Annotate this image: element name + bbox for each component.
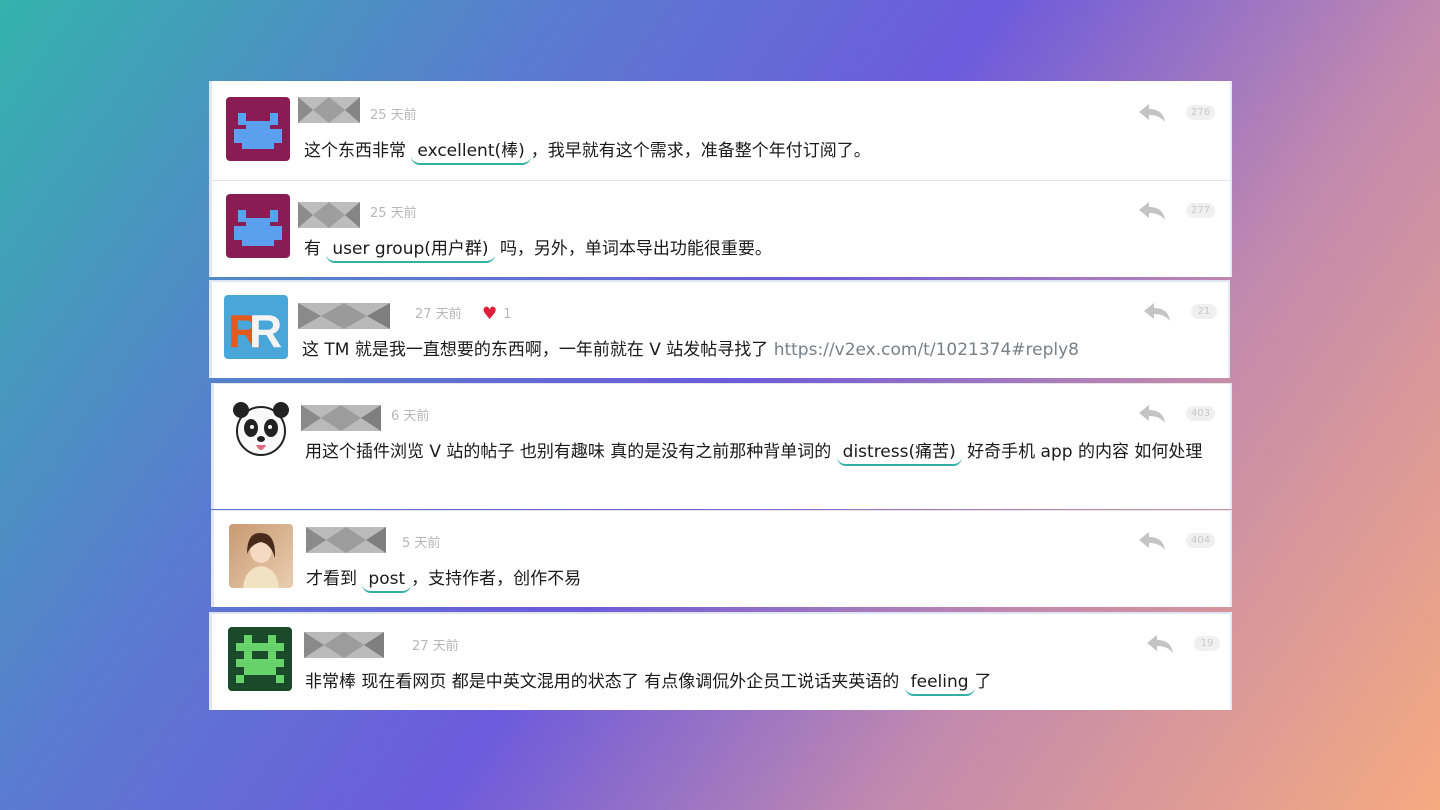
comment-text: 用这个插件浏览 V 站的帖子 也别有趣味 真的是没有之前那种背单词的 distr… <box>305 438 1216 467</box>
comment-card: 6 天前 403 用这个插件浏览 V 站的帖子 也别有趣味 真的是没有之前那种背… <box>211 383 1232 509</box>
vocab-highlight[interactable]: distress(痛苦) <box>836 441 962 466</box>
comment-text-part: 有 <box>304 239 321 259</box>
like-count-value: 1 <box>503 307 512 322</box>
timestamp: 5 天前 <box>402 536 441 551</box>
floor-number-badge: 19 <box>1194 636 1220 651</box>
avatar[interactable]: RR <box>224 295 288 359</box>
comment-text: 才看到 post ，支持作者，创作不易 <box>306 565 1216 594</box>
comment-text: 这个东西非常 excellent(棒) ，我早就有这个需求，准备整个年付订阅了。 <box>304 137 1216 166</box>
comment-text-part: 用这个插件浏览 V 站的帖子 也别有趣味 真的是没有之前那种背单词的 <box>305 442 832 462</box>
avatar[interactable] <box>226 97 290 161</box>
timestamp: 6 天前 <box>391 409 430 424</box>
username-redacted[interactable] <box>298 303 390 329</box>
comment-text-part: 非常棒 现在看网页 都是中英文混用的状态了 有点像调侃外企员工说话夹英语的 <box>305 672 900 692</box>
reply-arrow-icon[interactable] <box>1138 531 1166 551</box>
vocab-highlight[interactable]: post <box>362 568 412 593</box>
username-redacted[interactable] <box>306 527 386 553</box>
comment-card: 25 天前 277 有 user group(用户群) 吗，另外，单词本导出功能… <box>209 180 1232 277</box>
comment-card: 25 天前 276 这个东西非常 excellent(棒) ，我早就有这个需求，准… <box>209 81 1232 180</box>
topic-link[interactable]: https://v2ex.com/t/1021374#reply8 <box>774 340 1079 360</box>
avatar[interactable] <box>229 524 293 588</box>
reply-arrow-icon[interactable] <box>1143 302 1171 322</box>
comment-text-part: ，我早就有这个需求，准备整个年付订阅了。 <box>530 141 871 161</box>
comment-text: 有 user group(用户群) 吗，另外，单词本导出功能很重要。 <box>304 235 1216 264</box>
floor-number-badge: 277 <box>1186 203 1216 218</box>
timestamp: 27 天前 <box>415 307 462 322</box>
comment-text-part: 了 <box>974 672 992 692</box>
floor-number-badge: 21 <box>1191 304 1217 319</box>
reply-arrow-icon[interactable] <box>1138 103 1166 123</box>
comment-text: 这 TM 就是我一直想要的东西啊，一年前就在 V 站发帖寻找了 https://… <box>302 336 1214 365</box>
timestamp: 25 天前 <box>370 206 417 221</box>
like-count[interactable]: ♥ 1 <box>482 305 512 324</box>
comment-card: 27 天前 19 非常棒 现在看网页 都是中英文混用的状态了 有点像调侃外企员工… <box>209 612 1232 710</box>
comment-text-part: 才看到 <box>306 569 357 589</box>
heart-icon[interactable]: ♥ <box>482 304 497 324</box>
reply-arrow-icon[interactable] <box>1146 634 1174 654</box>
username-redacted[interactable] <box>304 632 384 658</box>
username-redacted[interactable] <box>298 202 360 228</box>
avatar[interactable] <box>228 627 292 691</box>
floor-number-badge: 404 <box>1186 533 1216 548</box>
avatar[interactable] <box>229 397 293 461</box>
floor-number-badge: 403 <box>1186 406 1216 421</box>
vocab-highlight[interactable]: feeling <box>904 671 975 696</box>
floor-number-badge: 276 <box>1186 105 1216 120</box>
reply-arrow-icon[interactable] <box>1138 404 1166 424</box>
comment-text-part: 好奇手机 app 的内容 如何处理 <box>967 442 1203 462</box>
username-redacted[interactable] <box>298 97 360 123</box>
comment-text-part: 这 TM 就是我一直想要的东西啊，一年前就在 V 站发帖寻找了 <box>302 340 769 360</box>
username-redacted[interactable] <box>301 405 381 431</box>
comment-text-part: 这个东西非常 <box>304 141 406 161</box>
timestamp: 25 天前 <box>370 108 417 123</box>
comment-card: RR 27 天前 ♥ 1 21 这 TM 就是我一直想要的东西啊，一年前就在 V … <box>209 280 1230 378</box>
vocab-highlight[interactable]: user group(用户群) <box>326 238 495 263</box>
svg-text:R: R <box>249 305 282 357</box>
comment-text-part: 吗，另外，单词本导出功能很重要。 <box>499 239 772 259</box>
timestamp: 27 天前 <box>412 639 459 654</box>
comment-text: 非常棒 现在看网页 都是中英文混用的状态了 有点像调侃外企员工说话夹英语的 fe… <box>305 668 1216 697</box>
vocab-highlight[interactable]: excellent(棒) <box>411 140 531 165</box>
reply-arrow-icon[interactable] <box>1138 201 1166 221</box>
comment-card: 5 天前 404 才看到 post ，支持作者，创作不易 <box>211 510 1232 607</box>
avatar[interactable] <box>226 194 290 258</box>
comment-text-part: ，支持作者，创作不易 <box>411 569 582 589</box>
